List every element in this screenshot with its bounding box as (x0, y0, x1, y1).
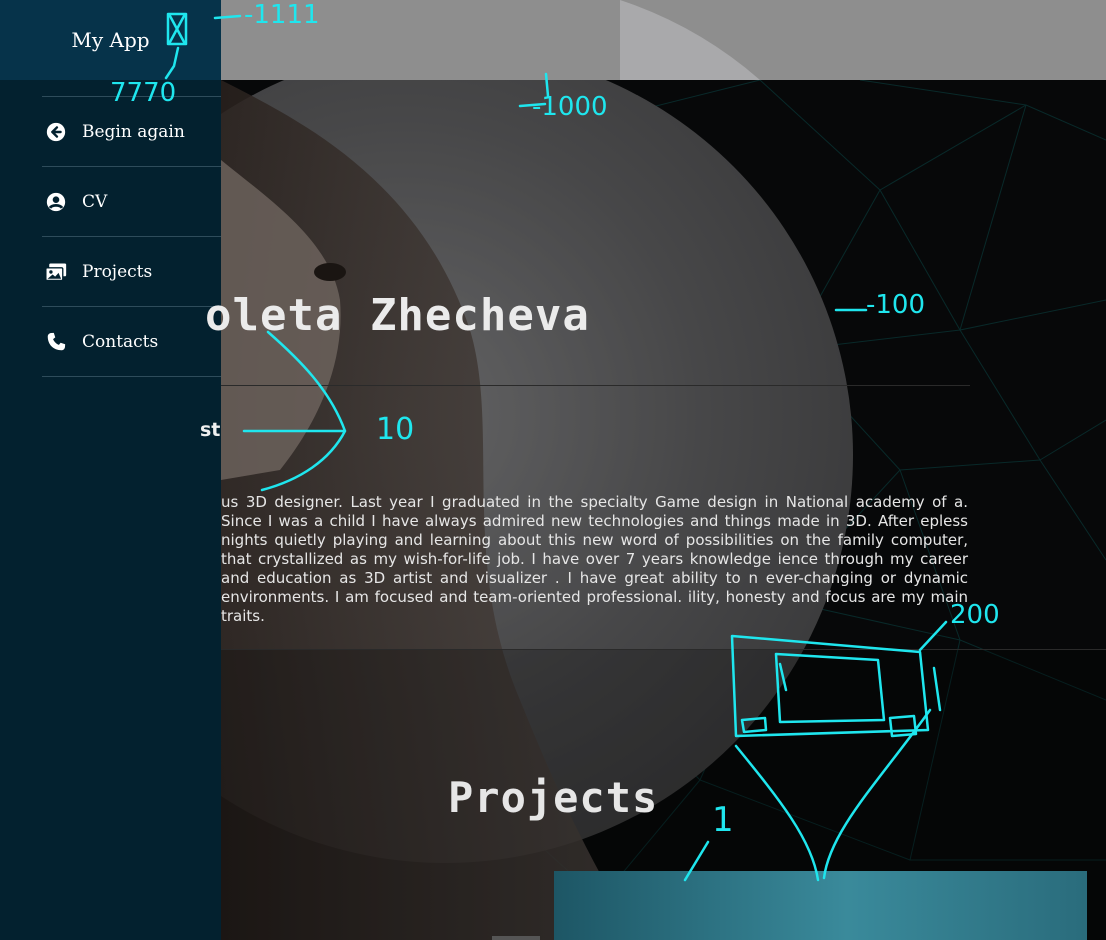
scrollbar-thumb[interactable] (492, 936, 540, 940)
annotation-label: -1000 (532, 92, 608, 122)
projects-heading: Projects (448, 773, 659, 822)
app-brand[interactable]: My App (0, 0, 221, 80)
sidebar-item-label: Contacts (82, 331, 159, 352)
images-icon (45, 261, 67, 283)
sidebar-item-cv[interactable]: CV (42, 166, 221, 236)
user-circle-icon (45, 191, 67, 213)
divider (221, 649, 1106, 650)
arrow-left-circle-icon (45, 121, 67, 143)
sidebar-item-projects[interactable]: Projects (42, 236, 221, 306)
sidebar: My App Begin again CV Projects Contacts (0, 0, 221, 940)
annotation-label: 10 (376, 412, 415, 447)
profile-role: st (200, 419, 221, 441)
sidebar-item-contacts[interactable]: Contacts (42, 306, 221, 377)
sidebar-item-label: Projects (82, 261, 153, 282)
divider (221, 385, 970, 386)
annotation-label: 7770 (110, 78, 177, 108)
phone-icon (45, 331, 67, 353)
annotation-label: -100 (866, 290, 926, 320)
sidebar-item-label: Begin again (82, 121, 185, 142)
sidebar-item-label: CV (82, 191, 108, 212)
project-card[interactable] (554, 871, 1087, 940)
profile-bio: us 3D designer. Last year I graduated in… (221, 493, 968, 625)
annotation-label: -1111 (244, 0, 320, 30)
annotation-label: 200 (950, 600, 1000, 630)
profile-name: oleta Zhecheva (205, 290, 590, 341)
annotation-label: 1 (712, 800, 734, 840)
sidebar-menu: Begin again CV Projects Contacts (42, 96, 221, 377)
